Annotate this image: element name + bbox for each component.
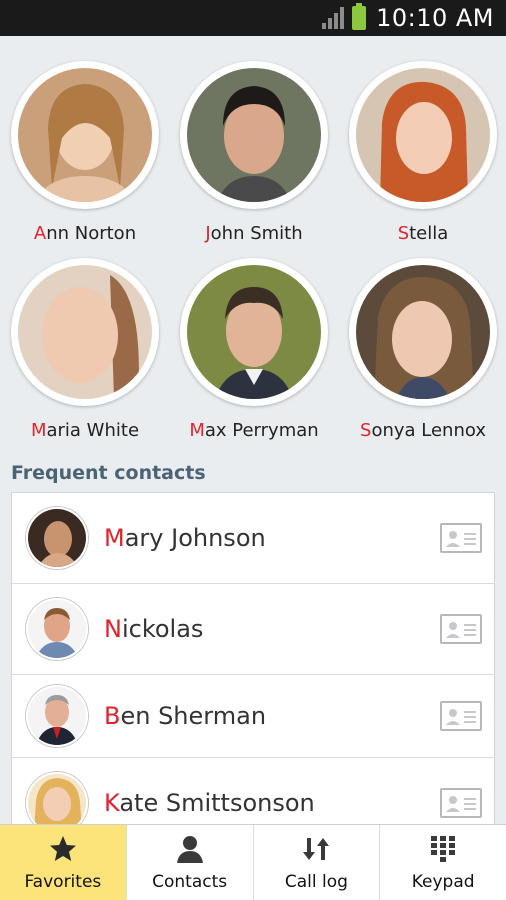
- status-bar: 10:10 AM: [0, 0, 506, 36]
- battery-icon: [352, 3, 367, 30]
- contact-photo[interactable]: [11, 61, 159, 209]
- favorite-contact[interactable]: Max Perryman: [170, 258, 338, 441]
- contact-card-icon[interactable]: [440, 614, 482, 644]
- list-item[interactable]: Kate Smittsonson: [12, 758, 494, 825]
- contact-photo[interactable]: [349, 258, 497, 406]
- favorite-name: Stella: [397, 223, 449, 244]
- tab-keypad[interactable]: Keypad: [380, 825, 506, 900]
- contact-name: Nickolas: [104, 615, 204, 643]
- avatar: [26, 598, 88, 660]
- favorite-contact[interactable]: Sonya Lennox: [339, 258, 506, 441]
- favorite-contact[interactable]: Ann Norton: [1, 61, 169, 244]
- list-item[interactable]: Mary Johnson: [12, 493, 494, 584]
- status-time: 10:10 AM: [376, 4, 494, 32]
- avatar: [26, 772, 88, 825]
- contact-name: Mary Johnson: [104, 524, 266, 552]
- call-log-arrows-icon: [301, 834, 331, 864]
- avatar: [26, 685, 88, 747]
- contact-card-icon[interactable]: [440, 788, 482, 818]
- contact-card-icon[interactable]: [440, 523, 482, 553]
- favorite-contact[interactable]: John Smith: [170, 61, 338, 244]
- tab-contacts[interactable]: Contacts: [127, 825, 254, 900]
- favorite-contact[interactable]: Stella: [339, 61, 506, 244]
- favorite-name: Sonya Lennox: [360, 420, 486, 441]
- tab-label: Keypad: [411, 872, 475, 892]
- frequent-contacts-list: Mary Johnson Nickolas Ben Sherman Kate S…: [11, 492, 495, 826]
- favorite-name: Maria White: [30, 420, 140, 441]
- section-header: Frequent contacts: [11, 462, 206, 484]
- tab-label: Call log: [284, 872, 348, 892]
- contact-name: Ben Sherman: [104, 702, 267, 730]
- favorite-contact[interactable]: Maria White: [1, 258, 169, 441]
- favorite-name: Max Perryman: [189, 420, 319, 441]
- contact-photo[interactable]: [180, 61, 328, 209]
- contact-card-icon[interactable]: [440, 701, 482, 731]
- list-item[interactable]: Ben Sherman: [12, 675, 494, 758]
- star-icon: [48, 834, 78, 864]
- contact-photo[interactable]: [180, 258, 328, 406]
- person-icon: [175, 834, 205, 864]
- favorite-name: John Smith: [205, 223, 303, 244]
- list-item[interactable]: Nickolas: [12, 584, 494, 675]
- contact-name: Kate Smittsonson: [104, 789, 315, 817]
- tab-favorites[interactable]: Favorites: [0, 825, 127, 900]
- contact-photo[interactable]: [349, 61, 497, 209]
- signal-icon: [322, 7, 345, 29]
- contact-photo[interactable]: [11, 258, 159, 406]
- tab-call-log[interactable]: Call log: [254, 825, 381, 900]
- tab-bar: Favorites Contacts Call log Keypad: [0, 824, 506, 900]
- tab-label: Favorites: [24, 872, 102, 892]
- keypad-grid-icon: [428, 834, 458, 864]
- tab-label: Contacts: [152, 872, 228, 892]
- avatar: [26, 507, 88, 569]
- favorite-name: Ann Norton: [33, 223, 137, 244]
